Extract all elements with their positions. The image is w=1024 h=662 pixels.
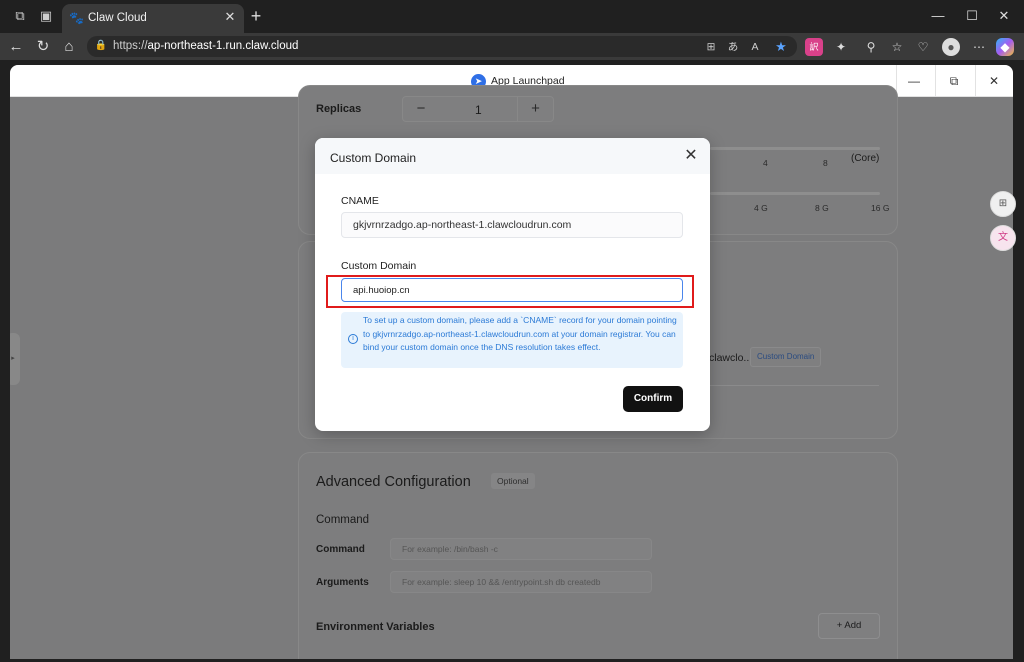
replicas-decrement-button[interactable]: −: [403, 97, 439, 121]
memory-tick: 4 G: [754, 203, 768, 213]
modal-header: Custom Domain ✕: [315, 138, 710, 174]
replicas-increment-button[interactable]: +: [517, 97, 553, 121]
replicas-stepper[interactable]: − 1 +: [402, 96, 554, 122]
replicas-value: 1: [475, 103, 482, 117]
advanced-title: Advanced Configuration: [316, 474, 471, 490]
profile-avatar[interactable]: ●: [942, 38, 960, 56]
cpu-tick: 8: [823, 158, 828, 168]
sidebar-toggle-handle[interactable]: ▸: [10, 333, 20, 385]
custom-domain-modal: Custom Domain ✕ CNAME gkjvrnrzadgo.ap-no…: [315, 138, 710, 431]
custom-domain-link[interactable]: Custom Domain: [750, 347, 822, 367]
side-qr-icon[interactable]: ⊞: [990, 191, 1016, 217]
more-menu-icon[interactable]: ⋯: [970, 38, 988, 56]
memory-slider[interactable]: [710, 192, 880, 195]
info-alert: i To set up a custom domain, please add …: [341, 312, 683, 368]
favorites-icon[interactable]: ☆: [888, 38, 906, 56]
arguments-label: Arguments: [316, 577, 369, 588]
info-icon: i: [348, 334, 358, 344]
new-tab-icon[interactable]: +: [248, 7, 264, 25]
domain-truncated: clawclo...: [709, 352, 753, 364]
extension-icon[interactable]: 訳: [805, 38, 823, 56]
window-minimize-button[interactable]: —: [924, 6, 952, 26]
browser-essentials-icon[interactable]: ♡: [914, 38, 932, 56]
translate-icon[interactable]: あ: [725, 39, 741, 55]
lock-icon[interactable]: 🔒: [94, 39, 108, 53]
read-aloud-icon[interactable]: A: [747, 39, 763, 55]
split-screen-icon[interactable]: ⚲: [862, 38, 880, 56]
close-icon[interactable]: ✕: [681, 146, 701, 166]
window-maximize-button[interactable]: ☐: [958, 6, 986, 26]
app-close-button[interactable]: ✕: [983, 71, 1005, 91]
replicas-label: Replicas: [316, 103, 362, 115]
confirm-button[interactable]: Confirm: [623, 386, 683, 412]
side-translate-icon[interactable]: 文: [990, 225, 1016, 251]
add-env-button[interactable]: + Add: [818, 613, 880, 639]
home-icon[interactable]: ⌂: [60, 38, 78, 56]
back-icon[interactable]: ←: [7, 38, 25, 56]
custom-domain-label: Custom Domain: [341, 260, 417, 272]
arguments-input[interactable]: For example: sleep 10 && /entrypoint.sh …: [390, 571, 652, 593]
tab-title: Claw Cloud: [88, 12, 147, 24]
cname-field[interactable]: gkjvrnrzadgo.ap-northeast-1.clawcloudrun…: [341, 212, 683, 238]
cname-label: CNAME: [341, 195, 379, 207]
url-field[interactable]: 🔒 https://ap-northeast-1.run.claw.cloud …: [87, 36, 797, 57]
app-restore-button[interactable]: ⧉: [943, 71, 965, 91]
app-minimize-button[interactable]: —: [903, 71, 925, 91]
info-text: To set up a custom domain, please add a …: [363, 315, 677, 352]
url-text: https://ap-northeast-1.run.claw.cloud: [113, 40, 299, 52]
command-label: Command: [316, 544, 365, 555]
workspaces-icon[interactable]: ⧉: [12, 8, 28, 24]
cpu-tick: 4: [763, 158, 768, 168]
tab-close-icon[interactable]: ✕: [222, 9, 238, 25]
apps-icon[interactable]: ⊞: [703, 39, 719, 55]
cpu-slider[interactable]: [710, 147, 880, 150]
memory-tick: 16 G: [871, 203, 890, 213]
memory-tick: 8 G: [815, 203, 829, 213]
env-variables-title: Environment Variables: [316, 621, 435, 633]
divider: [709, 385, 879, 386]
command-section-title: Command: [316, 514, 370, 526]
copilot-icon[interactable]: ◆: [996, 38, 1014, 56]
browser-tab-bar: ⧉ ▣ 🐾 Claw Cloud ✕ + — ☐ ✕: [0, 0, 1024, 33]
window-close-button[interactable]: ✕: [990, 6, 1018, 26]
tab-actions-icon[interactable]: ▣: [38, 8, 54, 24]
modal-title: Custom Domain: [330, 151, 417, 165]
browser-tab[interactable]: 🐾 Claw Cloud ✕: [62, 4, 244, 33]
command-input[interactable]: For example: /bin/bash -c: [390, 538, 652, 560]
paw-favicon-icon: 🐾: [69, 11, 84, 25]
refresh-icon[interactable]: ↻: [34, 38, 52, 56]
favorite-star-icon[interactable]: ★: [773, 39, 789, 55]
browser-address-bar: ← ↻ ⌂ 🔒 https://ap-northeast-1.run.claw.…: [0, 33, 1024, 60]
extensions-puzzle-icon[interactable]: ✦: [832, 38, 850, 56]
cpu-unit: (Core): [851, 153, 880, 164]
optional-badge: Optional: [491, 473, 535, 489]
custom-domain-input[interactable]: [341, 278, 683, 302]
